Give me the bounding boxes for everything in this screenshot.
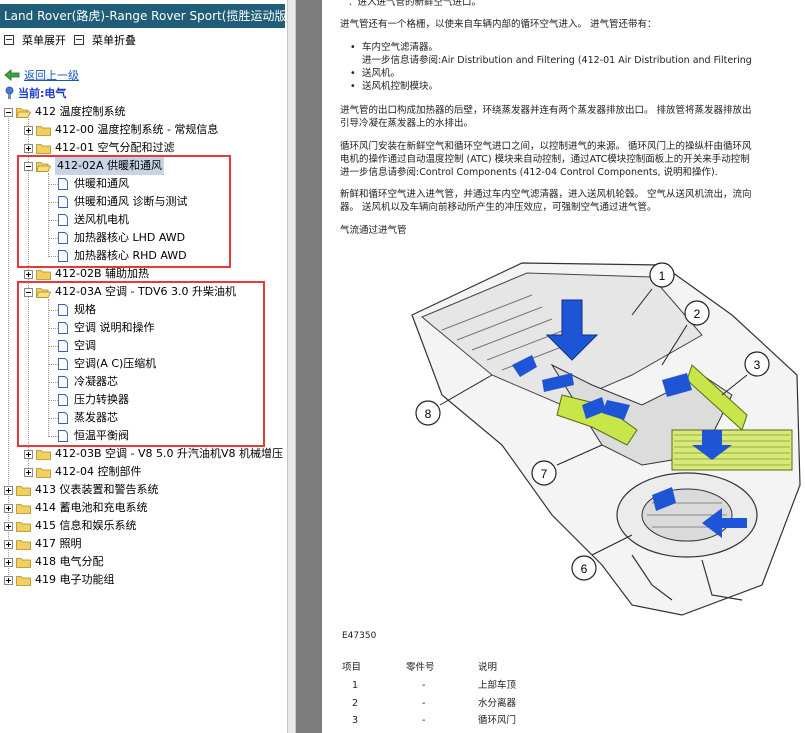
folder-icon xyxy=(16,575,31,586)
tree-node-412-03b[interactable]: 412-03B 空调 - V8 5.0 升汽油机V8 机械增压 xyxy=(24,445,283,463)
tree-node-label: 414 蓄电池和充电系统 xyxy=(35,501,148,514)
callout-8: 8 xyxy=(425,407,432,421)
tree-node-417[interactable]: 417 照明 xyxy=(4,535,82,553)
callout-7: 7 xyxy=(541,467,548,481)
folder-icon xyxy=(16,557,31,568)
expand-icon xyxy=(4,35,14,45)
navigation-pane: Land Rover(路虎)-Range Rover Sport(揽胜运动版) … xyxy=(0,0,290,733)
doc-paragraph-3a: 循环风门安装在新鲜空气和循环空气进口之间，以控制进气的来源。 循环风门上的操纵杆… xyxy=(340,141,752,152)
expand-menu-label: 菜单展开 xyxy=(22,34,66,47)
table-cell-part: - xyxy=(422,680,426,691)
folder-icon xyxy=(16,521,31,532)
table-cell-part: - xyxy=(422,715,426,726)
expand-toggle-icon[interactable] xyxy=(24,269,33,279)
tree-node-413[interactable]: 413 仪表装置和警告系统 xyxy=(4,481,159,499)
tree-node-label: 412-04 控制部件 xyxy=(55,465,142,478)
folder-icon xyxy=(36,449,51,460)
table-cell-desc: 水分离器 xyxy=(478,698,517,709)
tree-node-412[interactable]: 412 温度控制系统 xyxy=(4,103,126,121)
expand-menu-button[interactable]: 菜单展开 xyxy=(4,32,66,48)
folder-icon xyxy=(36,467,51,478)
expand-toggle-icon[interactable] xyxy=(4,539,13,549)
window-title: Land Rover(路虎)-Range Rover Sport(揽胜运动版) xyxy=(0,4,285,28)
folder-icon xyxy=(36,125,51,136)
tree-node-label: 412 温度控制系统 xyxy=(35,105,126,118)
expand-toggle-icon[interactable] xyxy=(24,143,33,153)
back-arrow-icon xyxy=(4,69,20,81)
tree-node-label: 415 信息和娱乐系统 xyxy=(35,519,137,532)
viewer-background xyxy=(296,0,322,733)
current-location: 当前:电气 xyxy=(4,85,66,101)
folder-icon xyxy=(16,485,31,496)
expand-toggle-icon[interactable] xyxy=(4,557,13,567)
tree-node-418[interactable]: 418 电气分配 xyxy=(4,553,104,571)
doc-bullet-2: 送风机。 xyxy=(350,67,400,80)
tree-node-414[interactable]: 414 蓄电池和充电系统 xyxy=(4,499,148,517)
tree-node-label: 417 照明 xyxy=(35,537,82,550)
doc-paragraph-4b: 器。 送风机以及车辆向前移动所产生的冲压效应，可强制空气通过进气管。 xyxy=(340,202,657,213)
figure-id: E47350 xyxy=(342,631,377,641)
highlight-box-heating xyxy=(17,155,231,268)
table-cell-item: 3 xyxy=(352,715,359,726)
callout-1: 1 xyxy=(659,269,666,283)
doc-bullet-1: 车内空气滤清器。 xyxy=(350,41,438,54)
tree-node-label: 418 电气分配 xyxy=(35,555,104,568)
current-location-label: 当前:电气 xyxy=(18,87,67,100)
highlight-box-ac xyxy=(17,281,265,447)
airflow-diagram: 1 2 3 6 7 8 xyxy=(411,262,801,616)
doc-paragraph-2b: 引导冷凝在蒸发器上的水排出。 xyxy=(340,118,474,129)
collapse-menu-label: 菜单折叠 xyxy=(92,34,136,47)
tree-node-label: 413 仪表装置和警告系统 xyxy=(35,483,159,496)
callout-3: 3 xyxy=(754,358,761,372)
tree-node-415[interactable]: 415 信息和娱乐系统 xyxy=(4,517,137,535)
tree-node-419[interactable]: 419 电子功能组 xyxy=(4,571,115,589)
table-cell-item: 2 xyxy=(352,698,359,709)
back-link[interactable]: 返回上一级 xyxy=(4,67,79,83)
expand-toggle-icon[interactable] xyxy=(24,449,33,459)
doc-paragraph-3b: 电机的操作通过自动温度控制 (ATC) 模块来自动控制，通过ATC模块控制面板上… xyxy=(340,154,750,165)
table-header-part: 零件号 xyxy=(406,662,435,673)
tree-node-label: 412-00 温度控制系统 - 常规信息 xyxy=(55,123,219,136)
table-header-item: 项目 xyxy=(342,662,362,673)
expand-toggle-icon[interactable] xyxy=(24,467,33,477)
doc-paragraph-1: 进气管还有一个格栅，以使来自车辆内部的循环空气进入。 进气管还带有： xyxy=(340,19,657,30)
location-pin-icon xyxy=(5,86,14,99)
callout-2: 2 xyxy=(694,307,701,321)
tree-node-412-04[interactable]: 412-04 控制部件 xyxy=(24,463,141,481)
expand-toggle-icon[interactable] xyxy=(4,521,13,531)
doc-paragraph-3c: 进一步信息请参阅:Control Components (412-04 Cont… xyxy=(340,167,718,178)
callout-6: 6 xyxy=(581,562,588,576)
folder-icon xyxy=(36,269,51,280)
folder-icon xyxy=(16,503,31,514)
tree-scrollbar[interactable] xyxy=(287,0,296,733)
expand-toggle-icon[interactable] xyxy=(4,503,13,513)
doc-bullet-3: 送风机控制模块。 xyxy=(350,80,438,93)
table-cell-part: - xyxy=(422,698,426,709)
folder-icon xyxy=(36,143,51,154)
collapse-menu-button[interactable]: 菜单折叠 xyxy=(74,32,136,48)
table-cell-desc: 上部车顶 xyxy=(478,680,517,691)
tree-node-label: 419 电子功能组 xyxy=(35,573,115,586)
expand-toggle-icon[interactable] xyxy=(4,575,13,585)
doc-paragraph-2a: 进气管的出口构成加热器的后壁，环绕蒸发器并连有两个蒸发器排放出口。 排放管将蒸发… xyxy=(340,105,752,116)
folder-icon xyxy=(16,539,31,550)
expand-toggle-icon[interactable] xyxy=(24,125,33,135)
tree-node-label: 412-03B 空调 - V8 5.0 升汽油机V8 机械增压 xyxy=(55,447,283,460)
back-link-label: 返回上一级 xyxy=(24,69,79,82)
table-cell-item: 1 xyxy=(352,680,359,691)
table-header-desc: 说明 xyxy=(478,662,498,673)
tree-node-412-00[interactable]: 412-00 温度控制系统 - 常规信息 xyxy=(24,121,218,139)
document-page: ：进入进气管的新鲜空气进口。 进气管还有一个格栅，以使来自车辆内部的循环空气进入… xyxy=(322,0,805,733)
collapse-icon xyxy=(74,35,84,45)
collapse-toggle-icon[interactable] xyxy=(4,107,13,117)
figure-caption: 气流通过进气管 xyxy=(340,225,407,236)
doc-paragraph-4a: 新鲜和循环空气进入进气管，并通过车内空气滤清器，进入送风机轮毂。 空气从送风机流… xyxy=(340,189,752,200)
doc-bullet-1-ref: 进一步信息请参阅:Air Distribution and Filtering … xyxy=(362,55,752,66)
folder-open-icon xyxy=(16,107,31,118)
table-cell-desc: 循环风门 xyxy=(478,715,517,726)
doc-line-top: ：进入进气管的新鲜空气进口。 xyxy=(348,0,482,8)
expand-toggle-icon[interactable] xyxy=(4,485,13,495)
